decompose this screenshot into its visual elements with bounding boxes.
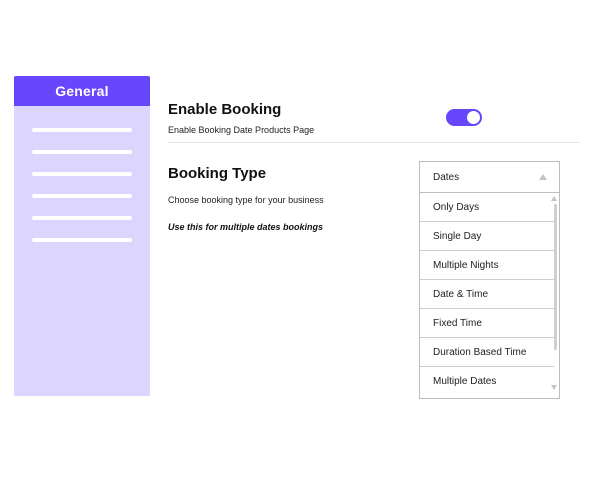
booking-type-option[interactable]: Duration Based Time [420, 338, 554, 367]
sidebar-header-general[interactable]: General [14, 76, 150, 106]
section-divider [168, 142, 580, 143]
option-label: Date & Time [433, 288, 489, 300]
booking-type-option[interactable]: Date & Time [420, 280, 554, 309]
option-label: Fixed Time [433, 317, 482, 329]
sidebar-placeholder-line [32, 194, 132, 198]
booking-type-note: Use this for multiple dates bookings [168, 222, 324, 232]
option-label: Only Days [433, 201, 480, 213]
booking-type-title: Booking Type [168, 165, 267, 182]
booking-type-select[interactable]: Dates Only Days Single Day Multiple Nigh… [419, 161, 560, 399]
sidebar-placeholder-line [32, 172, 132, 176]
sidebar-placeholder-line [32, 238, 132, 242]
booking-type-option[interactable]: Fixed Time [420, 309, 554, 338]
enable-booking-toggle[interactable] [446, 109, 482, 126]
scroll-up-arrow-icon[interactable] [551, 196, 557, 201]
sidebar: General [14, 76, 150, 396]
sidebar-header-label: General [55, 83, 109, 99]
booking-type-option[interactable]: Multiple Nights [420, 251, 554, 280]
enable-booking-title: Enable Booking [168, 101, 282, 118]
option-label: Single Day [433, 230, 482, 242]
option-label: Multiple Nights [433, 259, 499, 271]
scroll-down-arrow-icon[interactable] [551, 385, 557, 390]
booking-settings-page: General Enable Booking Enable Booking Da… [0, 0, 610, 500]
chevron-up-icon [539, 174, 547, 180]
sidebar-placeholder-line [32, 128, 132, 132]
sidebar-placeholder-lines [32, 128, 132, 260]
enable-booking-description: Enable Booking Date Products Page [168, 125, 315, 135]
sidebar-placeholder-line [32, 216, 132, 220]
sidebar-placeholder-line [32, 150, 132, 154]
booking-type-selected-value: Dates [433, 171, 460, 183]
booking-type-option[interactable]: Only Days [420, 193, 554, 222]
toggle-knob [467, 111, 480, 124]
booking-type-select-header[interactable]: Dates [420, 162, 559, 193]
booking-type-description: Choose booking type for your business [168, 195, 324, 205]
booking-type-option[interactable]: Single Day [420, 222, 554, 251]
booking-type-option[interactable]: Multiple Dates [420, 367, 554, 396]
option-label: Multiple Dates [433, 376, 497, 387]
scrollbar-thumb[interactable] [554, 204, 557, 350]
option-label: Duration Based Time [433, 346, 527, 358]
booking-type-options: Only Days Single Day Multiple Nights Dat… [420, 193, 559, 396]
